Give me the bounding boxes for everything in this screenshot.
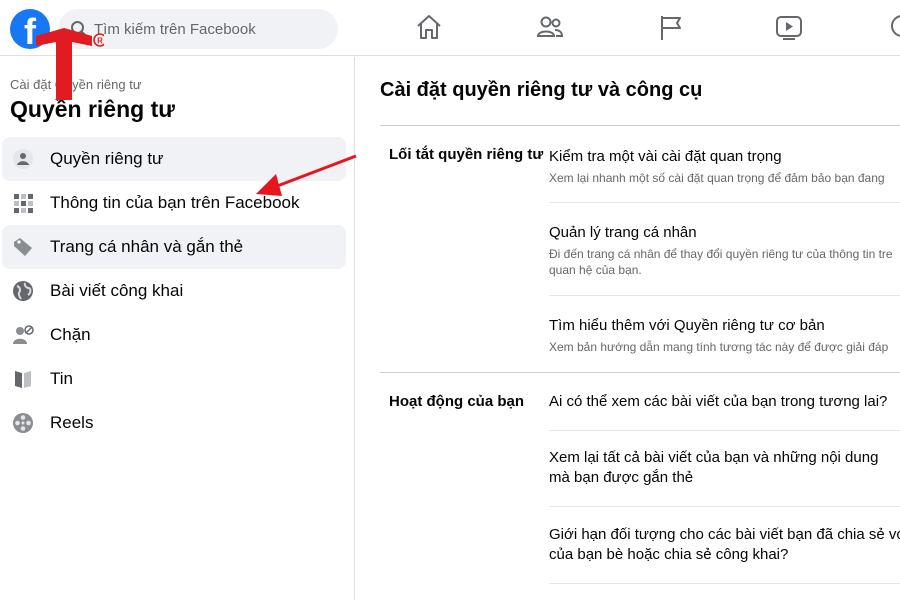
watermark-t-logo: R — [36, 28, 104, 100]
sidebar-item-privacy[interactable]: Quyền riêng tư — [2, 137, 346, 181]
lock-icon — [13, 149, 33, 169]
sidebar-item-label: Bài viết công khai — [50, 281, 184, 300]
sidebar-item-profile-tagging[interactable]: Trang cá nhân và gắn thẻ — [2, 225, 346, 269]
home-icon[interactable] — [414, 12, 444, 42]
row-title: Ai có thể xem các bài viết của bạn trong… — [549, 393, 888, 410]
privacy-basics-row[interactable]: Tìm hiểu thêm với Quyền riêng tư cơ bản … — [549, 316, 900, 355]
sidebar-item-blocking[interactable]: Chặn — [2, 313, 346, 357]
sidebar-item-label: Trang cá nhân và gắn thẻ — [50, 237, 244, 256]
content-title: Cài đặt quyền riêng tư và công cụ — [380, 79, 703, 101]
privacy-checkup-row[interactable]: Kiểm tra một vài cài đặt quan trọng Xem … — [549, 147, 900, 186]
block-user-icon — [13, 325, 34, 344]
limit-past-posts-row[interactable]: Giới hạn đối tượng cho các bài viết bạn … — [549, 525, 900, 565]
pages-flag-icon[interactable] — [656, 12, 686, 42]
row-divider — [549, 506, 900, 507]
privacy-settings-content: Cài đặt quyền riêng tư và công cụ Lối tắ… — [356, 57, 900, 600]
row-description: Đi đến trang cá nhân để thay đổi quyền r… — [549, 247, 893, 261]
sidebar-item-public-posts[interactable]: Bài viết công khai — [2, 269, 346, 313]
row-title: Kiểm tra một vài cài đặt quan trọng — [549, 148, 782, 165]
sidebar-item-your-info[interactable]: Thông tin của bạn trên Facebook — [2, 181, 346, 225]
grid-icon — [14, 194, 33, 213]
row-title: Tìm hiểu thêm với Quyền riêng tư cơ bản — [549, 317, 825, 334]
more-nav-icon[interactable] — [888, 12, 900, 42]
row-description-continued: quan hệ của bạn. — [549, 263, 642, 277]
row-description: Xem lại nhanh một số cài đặt quan trọng … — [549, 171, 885, 185]
review-posts-tagged-row[interactable]: Xem lại tất cả bài viết của bạn và những… — [549, 448, 900, 488]
section-divider — [380, 125, 900, 126]
sidebar-item-label: Thông tin của bạn trên Facebook — [50, 193, 300, 212]
row-title-continued: của bạn bè hoặc chia sẻ công khai? — [549, 546, 789, 563]
row-title: Giới hạn đối tượng cho các bài viết bạn … — [549, 526, 900, 543]
watch-icon[interactable] — [774, 12, 804, 42]
top-navigation-bar: f — [0, 0, 900, 56]
row-divider — [549, 202, 900, 203]
tag-icon — [14, 238, 32, 256]
section-label-your-activity: Hoạt động của bạn — [389, 393, 524, 410]
sidebar-item-label: Tin — [50, 369, 73, 388]
sidebar-item-label: Quyền riêng tư — [50, 149, 164, 168]
row-divider — [549, 583, 900, 584]
sidebar-item-label: Reels — [50, 413, 94, 432]
manage-profile-row[interactable]: Quản lý trang cá nhân Đi đến trang cá nh… — [549, 223, 900, 278]
sidebar-item-label: Chặn — [50, 325, 91, 344]
row-description: Xem bản hướng dẫn mang tính tương tác nà… — [549, 340, 889, 354]
section-label-privacy-shortcuts: Lối tắt quyền riêng tư — [389, 146, 544, 163]
row-title: Quản lý trang cá nhân — [549, 224, 697, 241]
row-divider — [549, 430, 900, 431]
sidebar-item-stories[interactable]: Tin — [2, 357, 346, 401]
row-title-continued: mà bạn được gắn thẻ — [549, 469, 694, 486]
story-book-icon — [15, 371, 31, 388]
section-divider — [380, 372, 900, 373]
svg-text:R: R — [97, 37, 103, 46]
friends-icon[interactable] — [535, 12, 565, 42]
future-posts-audience-row[interactable]: Ai có thể xem các bài viết của bạn trong… — [549, 392, 900, 412]
reels-film-icon — [13, 413, 33, 433]
search-input[interactable] — [94, 9, 324, 49]
globe-icon — [13, 281, 33, 301]
sidebar-item-reels[interactable]: Reels — [2, 401, 346, 445]
row-title: Xem lại tất cả bài viết của bạn và những… — [549, 449, 879, 466]
settings-sidebar: Cài đặt Quyền riêng tư Quyền riêng tư Qu… — [0, 57, 355, 600]
row-divider — [549, 295, 900, 296]
